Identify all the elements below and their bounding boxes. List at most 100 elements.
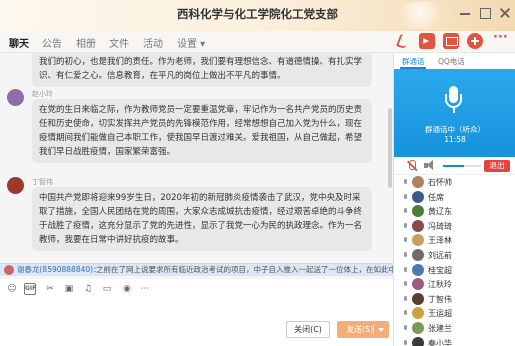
member-name: 黄辽东: [428, 207, 452, 217]
message-list[interactable]: 我们的初心，也是我们的责任。作为老师，我们要有理想信念、有道德情操、有扎实学识、…: [0, 53, 393, 273]
tab-qq-call[interactable]: QQ电话: [438, 56, 465, 67]
call-controls: 退出: [394, 157, 515, 175]
message-input[interactable]: [0, 300, 393, 346]
member-avatar: [412, 336, 424, 346]
call-tabs: 群通话 QQ电话: [394, 53, 515, 69]
phone-icon[interactable]: [395, 33, 411, 49]
member-avatar: [412, 292, 424, 305]
member-avatar: [412, 176, 424, 188]
member-name: 任席: [428, 192, 444, 202]
member-name: 王泽林: [428, 236, 452, 246]
close-icon[interactable]: [499, 7, 511, 19]
member-row[interactable]: 丁智伟: [394, 292, 515, 307]
sender-name: 丁智伟: [32, 178, 53, 186]
tab-group-call[interactable]: 群通话: [402, 56, 425, 67]
member-row[interactable]: 桂宝超: [394, 263, 515, 278]
folder-icon[interactable]: ▭: [101, 283, 113, 295]
minimize-icon[interactable]: [459, 7, 471, 19]
window-controls: [459, 7, 511, 19]
window-title: 西科化学与化工学院化工党支部: [177, 7, 338, 21]
member-name: 刘远前: [428, 251, 452, 260]
member-avatar: [412, 249, 424, 261]
microphone-icon: [445, 86, 462, 113]
chat-scrollbar[interactable]: [388, 108, 392, 188]
add-icon[interactable]: [467, 33, 483, 49]
more-tools-icon[interactable]: ⋯: [139, 283, 151, 295]
maximize-icon[interactable]: [479, 7, 491, 19]
member-row[interactable]: 秦小华: [394, 336, 515, 346]
notice-text: 之前在了网上说要求所有临近政治考试的项目，中子自入推入一起送了一位体上，在如此中…: [96, 265, 393, 274]
member-name: 石怀帅: [428, 178, 452, 187]
member-name: 江秋玲: [428, 280, 452, 290]
member-mic-icon: [403, 179, 408, 186]
notice-bar[interactable]: 谢春龙(8590888840)： 之前在了网上说要求所有临近政治考试的项目，中子…: [0, 263, 393, 276]
message-bubble: 中国共产党即将迎来99岁生日，2020年初的新冠肺炎疫情袭击了武汉，党中央及时采…: [32, 187, 372, 251]
notice-avatar: [4, 265, 14, 275]
avatar[interactable]: [7, 177, 24, 194]
member-row[interactable]: 刘远前: [394, 248, 515, 263]
member-row[interactable]: 石怀帅: [394, 175, 515, 190]
gif-icon[interactable]: GIF: [24, 283, 36, 295]
composer-toolbar: ☺ GIF ✂ ▣ ♫ ▭ ◉ ⋯: [0, 279, 393, 300]
close-button[interactable]: 关闭(C): [286, 321, 330, 338]
member-row[interactable]: 黄辽东: [394, 204, 515, 219]
member-avatar: [412, 307, 424, 320]
volume-level: [443, 165, 464, 167]
send-button[interactable]: 发送(S): [337, 321, 389, 338]
group-chat-window: 西科化学与化工学院化工党支部 聊天 公告 相册 文件 活动 设置 ▾ 我们的初心…: [0, 0, 515, 346]
title-bar: 西科化学与化工学院化工党支部: [0, 0, 515, 31]
voice-icon[interactable]: ◉: [121, 283, 133, 295]
member-name: 王运超: [428, 309, 452, 319]
video-icon[interactable]: [419, 33, 435, 49]
member-mic-icon: [403, 193, 408, 201]
notice-sender: 谢春龙(8590888840)：: [17, 265, 101, 274]
member-mic-icon: [403, 339, 408, 346]
member-name: 张建兰: [428, 324, 452, 333]
tab-album[interactable]: 相册: [76, 35, 96, 50]
message-bubble: 我们的初心，也是我们的责任。作为老师，我们要有理想信念、有道德情操、有扎实学识、…: [32, 53, 372, 87]
avatar[interactable]: [7, 89, 24, 106]
member-mic-icon: [403, 222, 408, 230]
member-row[interactable]: 冯琦琦: [394, 219, 515, 234]
message-bubble: 在党的生日来临之际，作为教师党员一定要重温党章，牢记作为一名共产党员的历史责任和…: [32, 99, 372, 163]
tab-announcements[interactable]: 公告: [42, 35, 62, 50]
member-mic-icon: [403, 310, 408, 317]
member-row[interactable]: 王运超: [394, 306, 515, 321]
send-label: 发送(S): [346, 325, 374, 334]
tab-settings[interactable]: 设置 ▾: [177, 35, 205, 50]
image-icon[interactable]: ▣: [63, 283, 75, 295]
member-row[interactable]: 任席: [394, 190, 515, 205]
member-row[interactable]: 张建兰: [394, 321, 515, 336]
header-actions: [395, 30, 508, 49]
tab-activities[interactable]: 活动: [143, 35, 163, 50]
tab-files[interactable]: 文件: [109, 35, 129, 50]
voice-call-panel: 群通话中（听众） 11:58: [394, 69, 515, 157]
member-name: 丁智伟: [428, 294, 452, 304]
member-avatar: [412, 278, 424, 291]
member-avatar: [412, 263, 424, 276]
member-row[interactable]: 江秋玲: [394, 277, 515, 292]
more-icon[interactable]: [491, 30, 508, 49]
emoji-icon[interactable]: ☺: [6, 283, 18, 295]
member-list[interactable]: 石怀帅任席黄辽东冯琦琦王泽林刘远前桂宝超江秋玲丁智伟王运超张建兰秦小华: [394, 175, 515, 346]
scissors-icon[interactable]: ✂: [44, 283, 56, 295]
member-name: 秦小华: [428, 338, 452, 346]
member-avatar: [412, 205, 424, 218]
call-status: 群通话中（听众）: [425, 125, 485, 134]
member-name: 桂宝超: [428, 265, 452, 275]
member-mic-icon: [403, 295, 408, 303]
member-mic-icon: [403, 281, 408, 288]
music-icon[interactable]: ♫: [82, 283, 94, 295]
member-row[interactable]: 王泽林: [394, 233, 515, 248]
volume-slider[interactable]: [443, 165, 481, 167]
speaker-icon[interactable]: [424, 160, 438, 171]
member-avatar: [412, 322, 424, 334]
member-avatar: [412, 190, 424, 203]
member-mic-icon: [403, 237, 408, 244]
screen-share-icon[interactable]: [443, 33, 459, 49]
exit-call-button[interactable]: 退出: [484, 160, 510, 172]
tab-chat[interactable]: 聊天: [9, 35, 29, 50]
group-tabs: 聊天 公告 相册 文件 活动 设置 ▾: [0, 30, 515, 53]
mic-muted-icon[interactable]: [407, 160, 417, 172]
member-mic-icon: [403, 266, 408, 274]
